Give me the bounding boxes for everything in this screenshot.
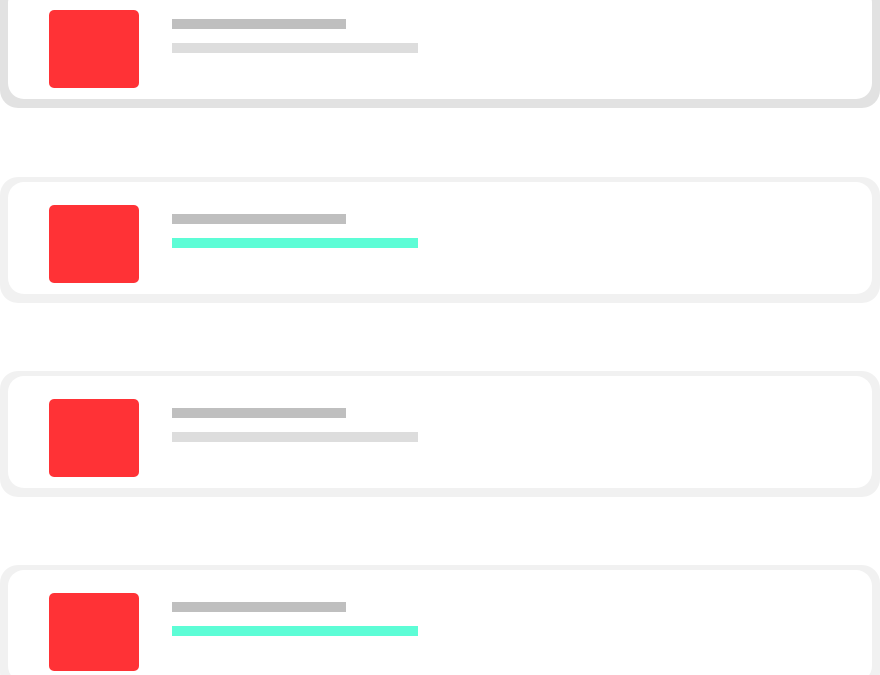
- thumbnail-image: [49, 10, 139, 88]
- list-item-body: [8, 570, 872, 675]
- thumbnail-image: [49, 399, 139, 477]
- list-item[interactable]: [0, 371, 880, 497]
- list-item-body: [8, 376, 872, 488]
- title-placeholder: [172, 214, 346, 224]
- title-placeholder: [172, 19, 346, 29]
- title-placeholder: [172, 602, 346, 612]
- title-placeholder: [172, 408, 346, 418]
- thumbnail-image: [49, 593, 139, 671]
- subtitle-placeholder-highlighted: [172, 238, 418, 248]
- list-item[interactable]: [0, 565, 880, 675]
- subtitle-placeholder: [172, 43, 418, 53]
- list-item[interactable]: [0, 177, 880, 303]
- list-item-body: [8, 182, 872, 294]
- card-list: [0, 0, 880, 675]
- list-item[interactable]: [0, 0, 880, 108]
- subtitle-placeholder: [172, 432, 418, 442]
- subtitle-placeholder-highlighted: [172, 626, 418, 636]
- list-item-body: [8, 0, 872, 99]
- thumbnail-image: [49, 205, 139, 283]
